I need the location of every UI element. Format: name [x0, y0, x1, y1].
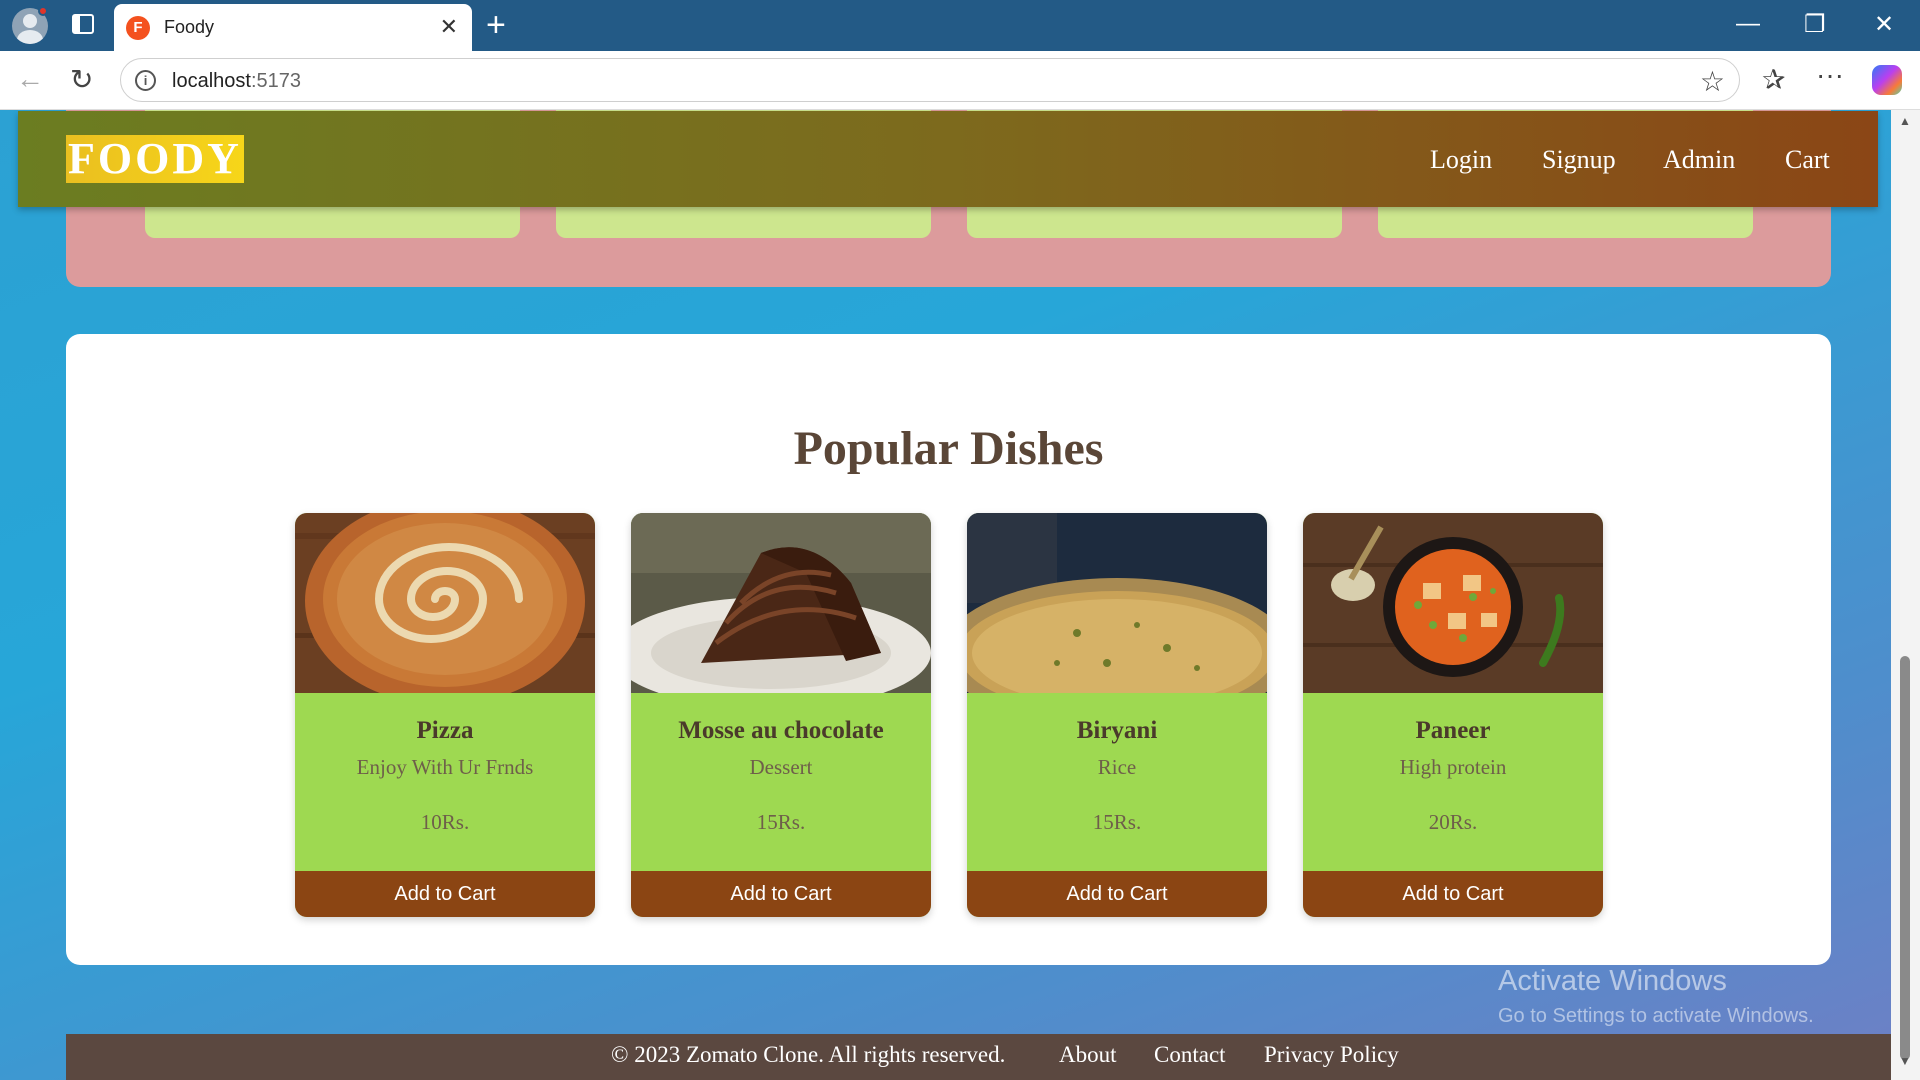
dish-card-pizza: Pizza Enjoy With Ur Frnds 10Rs. Add to C…: [295, 513, 595, 917]
notification-dot-icon: [38, 6, 48, 16]
favorites-icon[interactable]: ✰: [1762, 63, 1785, 96]
activate-windows-title: Activate Windows: [1498, 965, 1727, 997]
dish-description: High protein: [1399, 755, 1507, 779]
tab-actions-icon[interactable]: [72, 14, 94, 34]
address-input[interactable]: i localhost:5173 ☆: [120, 58, 1740, 102]
nav-admin[interactable]: Admin: [1663, 145, 1735, 175]
site-info-icon[interactable]: i: [135, 70, 156, 91]
new-tab-icon[interactable]: +: [486, 6, 506, 45]
vertical-scrollbar[interactable]: ▲ ▼: [1891, 110, 1920, 1080]
dish-description: Dessert: [749, 755, 813, 779]
biryani-image: [967, 513, 1267, 693]
nav-cart[interactable]: Cart: [1785, 145, 1830, 175]
dish-description: Rice: [1097, 755, 1137, 779]
add-to-cart-button[interactable]: Add to Cart: [631, 871, 931, 917]
footer-link-contact[interactable]: Contact: [1154, 1042, 1226, 1068]
section-title: Popular Dishes: [793, 422, 1104, 475]
add-to-cart-button[interactable]: Add to Cart: [295, 871, 595, 917]
dish-name: Mosse au chocolate: [678, 717, 884, 744]
page-viewport: FOODY Login Signup Admin Cart Popular Di…: [0, 110, 1920, 1080]
activate-windows-subtitle: Go to Settings to activate Windows.: [1498, 1005, 1814, 1027]
copilot-icon[interactable]: [1872, 65, 1902, 95]
popular-dishes-section: Popular Dishes Pizza Enjoy With Ur Frnds…: [66, 334, 1831, 965]
scroll-down-icon[interactable]: ▼: [1899, 1054, 1911, 1068]
scroll-up-icon[interactable]: ▲: [1899, 114, 1911, 128]
dish-card-mousse: Mosse au chocolate Dessert 15Rs. Add to …: [631, 513, 931, 917]
dish-card-paneer: Paneer High protein 20Rs. Add to Cart: [1303, 513, 1603, 917]
close-tab-icon[interactable]: ✕: [440, 14, 458, 40]
url-text: localhost:5173: [172, 70, 301, 92]
pizza-image: [295, 513, 595, 693]
footer-copyright: © 2023 Zomato Clone. All rights reserved…: [611, 1042, 1006, 1067]
restore-icon[interactable]: ❐: [1804, 10, 1826, 39]
favicon-icon: F: [126, 16, 150, 40]
dish-name: Pizza: [416, 717, 474, 744]
browser-tab-bar: F Foody ✕ + — ❐ ✕: [0, 0, 1920, 51]
footer-link-about[interactable]: About: [1059, 1042, 1117, 1068]
footer-link-privacy[interactable]: Privacy Policy: [1264, 1042, 1399, 1068]
dish-price: 10Rs.: [420, 810, 470, 834]
minimize-icon[interactable]: —: [1736, 10, 1760, 38]
dish-name: Biryani: [1076, 717, 1158, 744]
site-footer: © 2023 Zomato Clone. All rights reserved…: [66, 1034, 1891, 1080]
dish-price: 15Rs.: [1092, 810, 1142, 834]
site-header: FOODY Login Signup Admin Cart: [18, 111, 1878, 207]
address-toolbar: ← ↻ i localhost:5173 ☆ ✰ ···: [0, 51, 1920, 110]
add-to-cart-button[interactable]: Add to Cart: [1303, 871, 1603, 917]
dish-description: Enjoy With Ur Frnds: [356, 755, 534, 779]
dish-card-biryani: Biryani Rice 15Rs. Add to Cart: [967, 513, 1267, 917]
favorite-star-icon[interactable]: ☆: [1700, 65, 1725, 98]
dish-price: 20Rs.: [1428, 810, 1478, 834]
site-logo[interactable]: FOODY: [66, 135, 244, 183]
window-close-icon[interactable]: ✕: [1874, 10, 1894, 39]
nav-signup[interactable]: Signup: [1542, 145, 1616, 175]
dish-name: Paneer: [1415, 717, 1491, 744]
nav-login[interactable]: Login: [1430, 145, 1492, 175]
scrollbar-thumb[interactable]: [1900, 656, 1910, 1060]
back-icon[interactable]: ←: [16, 63, 44, 95]
reload-icon[interactable]: ↻: [70, 63, 93, 96]
chocolate-cake-image: [631, 513, 931, 693]
paneer-image: [1303, 513, 1603, 693]
add-to-cart-button[interactable]: Add to Cart: [967, 871, 1267, 917]
dish-price: 15Rs.: [756, 810, 806, 834]
more-options-icon[interactable]: ···: [1816, 59, 1844, 91]
browser-tab-foody[interactable]: F Foody ✕: [114, 4, 472, 51]
tab-title: Foody: [164, 17, 215, 37]
